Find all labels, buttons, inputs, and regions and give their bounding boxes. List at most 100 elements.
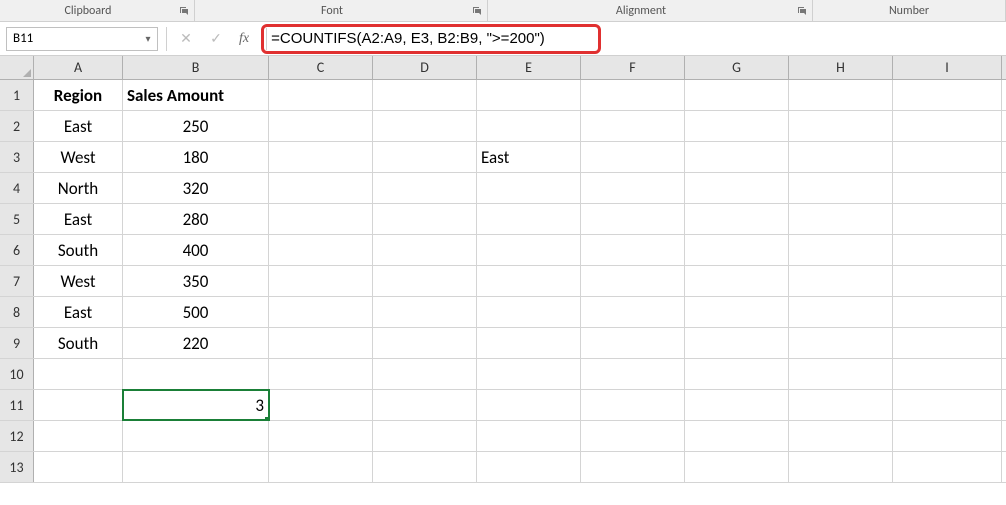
cell-B13[interactable] [123,452,269,482]
cell-F13[interactable] [581,452,685,482]
cell-B2[interactable]: 250 [123,111,269,141]
col-header-H[interactable]: H [789,56,893,79]
cell-H4[interactable] [789,173,893,203]
cell-A2[interactable]: East [34,111,123,141]
cell-I1[interactable] [893,80,1002,110]
row-header-9[interactable]: 9 [0,328,34,358]
cell-H9[interactable] [789,328,893,358]
cell-I5[interactable] [893,204,1002,234]
cell-F2[interactable] [581,111,685,141]
cell-B9[interactable]: 220 [123,328,269,358]
cell-C6[interactable] [269,235,373,265]
cell-D3[interactable] [373,142,477,172]
cell-F5[interactable] [581,204,685,234]
cell-G5[interactable] [685,204,789,234]
row-header-5[interactable]: 5 [0,204,34,234]
cell-C2[interactable] [269,111,373,141]
cell-D13[interactable] [373,452,477,482]
cell-A4[interactable]: North [34,173,123,203]
cell-F4[interactable] [581,173,685,203]
cell-D7[interactable] [373,266,477,296]
cell-D9[interactable] [373,328,477,358]
cell-H5[interactable] [789,204,893,234]
name-box[interactable]: B11 ▾ [6,27,158,51]
cell-I3[interactable] [893,142,1002,172]
col-header-F[interactable]: F [581,56,685,79]
cell-B7[interactable]: 350 [123,266,269,296]
cell-H2[interactable] [789,111,893,141]
cell-E11[interactable] [477,390,581,420]
row-header-3[interactable]: 3 [0,142,34,172]
row-header-1[interactable]: 1 [0,80,34,110]
cell-H7[interactable] [789,266,893,296]
row-header-13[interactable]: 13 [0,452,34,482]
cell-A11[interactable] [34,390,123,420]
cell-A9[interactable]: South [34,328,123,358]
cell-F10[interactable] [581,359,685,389]
cell-D12[interactable] [373,421,477,451]
dialog-launcher-icon[interactable] [176,3,192,19]
cell-G3[interactable] [685,142,789,172]
cell-G6[interactable] [685,235,789,265]
cell-A5[interactable]: East [34,204,123,234]
cell-H8[interactable] [789,297,893,327]
col-header-C[interactable]: C [269,56,373,79]
cell-G8[interactable] [685,297,789,327]
cell-D11[interactable] [373,390,477,420]
formula-input[interactable] [266,28,596,50]
dialog-launcher-icon[interactable] [794,3,810,19]
cell-D5[interactable] [373,204,477,234]
cell-B4[interactable]: 320 [123,173,269,203]
cell-I12[interactable] [893,421,1002,451]
cell-H13[interactable] [789,452,893,482]
cell-H3[interactable] [789,142,893,172]
cell-C4[interactable] [269,173,373,203]
col-header-B[interactable]: B [123,56,269,79]
cell-C10[interactable] [269,359,373,389]
select-all-triangle[interactable] [0,56,34,79]
cell-I9[interactable] [893,328,1002,358]
cell-G12[interactable] [685,421,789,451]
cell-H11[interactable] [789,390,893,420]
cell-B5[interactable]: 280 [123,204,269,234]
cell-C1[interactable] [269,80,373,110]
cell-C12[interactable] [269,421,373,451]
cell-E7[interactable] [477,266,581,296]
cell-B12[interactable] [123,421,269,451]
cell-I7[interactable] [893,266,1002,296]
cell-A8[interactable]: East [34,297,123,327]
cell-F3[interactable] [581,142,685,172]
col-header-I[interactable]: I [893,56,1002,79]
cell-H12[interactable] [789,421,893,451]
cell-A3[interactable]: West [34,142,123,172]
cell-D10[interactable] [373,359,477,389]
cell-G4[interactable] [685,173,789,203]
cell-A1[interactable]: Region [34,80,123,110]
cell-H6[interactable] [789,235,893,265]
cell-G7[interactable] [685,266,789,296]
row-header-7[interactable]: 7 [0,266,34,296]
cell-I8[interactable] [893,297,1002,327]
cell-E8[interactable] [477,297,581,327]
cell-C11[interactable] [269,390,373,420]
row-header-12[interactable]: 12 [0,421,34,451]
cell-D4[interactable] [373,173,477,203]
cell-H10[interactable] [789,359,893,389]
row-header-2[interactable]: 2 [0,111,34,141]
cell-B1[interactable]: Sales Amount [123,80,269,110]
cell-G2[interactable] [685,111,789,141]
cell-B11[interactable]: 3 [123,390,269,420]
cell-G11[interactable] [685,390,789,420]
cell-I13[interactable] [893,452,1002,482]
chevron-down-icon[interactable]: ▾ [141,32,155,45]
cell-C7[interactable] [269,266,373,296]
cell-D1[interactable] [373,80,477,110]
cell-C9[interactable] [269,328,373,358]
row-header-10[interactable]: 10 [0,359,34,389]
cell-E3[interactable]: East [477,142,581,172]
col-header-D[interactable]: D [373,56,477,79]
cell-E13[interactable] [477,452,581,482]
cell-B3[interactable]: 180 [123,142,269,172]
cell-F1[interactable] [581,80,685,110]
cell-F11[interactable] [581,390,685,420]
